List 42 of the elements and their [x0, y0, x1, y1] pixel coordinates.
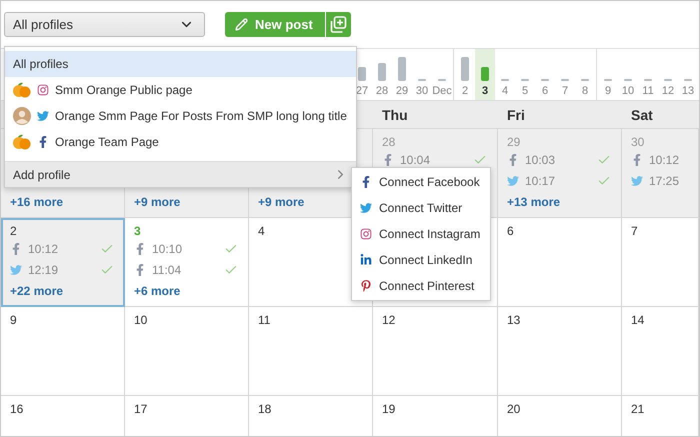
day-number: 2 — [10, 224, 18, 238]
day-number: 17 — [134, 402, 148, 416]
weekday-heading: Thu — [382, 106, 408, 122]
profile-name: Smm Orange Public page — [55, 83, 192, 97]
post-time: 12:19 — [28, 263, 60, 277]
day-number: 9 — [10, 313, 18, 327]
day-number: 20 — [507, 402, 522, 416]
day-number: 19 — [382, 402, 396, 416]
connect-label: Connect LinkedIn — [379, 253, 472, 267]
day-number: 18 — [258, 402, 272, 416]
profile-name: Orange Team Page — [55, 135, 159, 149]
day-number: 14 — [631, 313, 646, 327]
post-time: 11:04 — [152, 263, 182, 277]
connect-label: Connect Twitter — [379, 201, 462, 215]
day-number: 30 — [631, 135, 646, 149]
post-time: 10:12 — [28, 242, 60, 256]
profile-name: Orange Smm Page For Posts From SMP long long title — [55, 109, 347, 123]
day-number: 11 — [258, 313, 272, 327]
post-time: 17:25 — [649, 174, 680, 188]
day-number: 21 — [631, 402, 646, 416]
post-time: 10:04 — [400, 153, 432, 167]
day-number: 7 — [631, 224, 639, 238]
post-time: 10:12 — [649, 153, 680, 167]
day-number: 13 — [507, 313, 522, 327]
post-time: 10:10 — [152, 242, 184, 256]
day-number: 28 — [382, 135, 396, 149]
day-number: 12 — [382, 313, 396, 327]
day-number: 4 — [258, 224, 266, 238]
day-number: 3 — [134, 224, 142, 238]
day-number: 10 — [134, 313, 148, 327]
post-time: 10:03 — [525, 153, 556, 167]
profile-name: All profiles — [13, 57, 68, 71]
connect-label: Connect Facebook — [379, 175, 480, 189]
weekday-heading: Fri — [507, 106, 525, 122]
day-number: 6 — [507, 224, 515, 238]
weekday-heading: Sat — [631, 106, 653, 122]
connect-label: Connect Instagram — [379, 227, 480, 241]
add-profile-label: Add profile — [13, 168, 70, 182]
post-time: 10:17 — [525, 174, 556, 188]
day-number: 16 — [10, 402, 24, 416]
connect-label: Connect Pinterest — [379, 279, 474, 293]
day-number: 29 — [507, 135, 522, 149]
